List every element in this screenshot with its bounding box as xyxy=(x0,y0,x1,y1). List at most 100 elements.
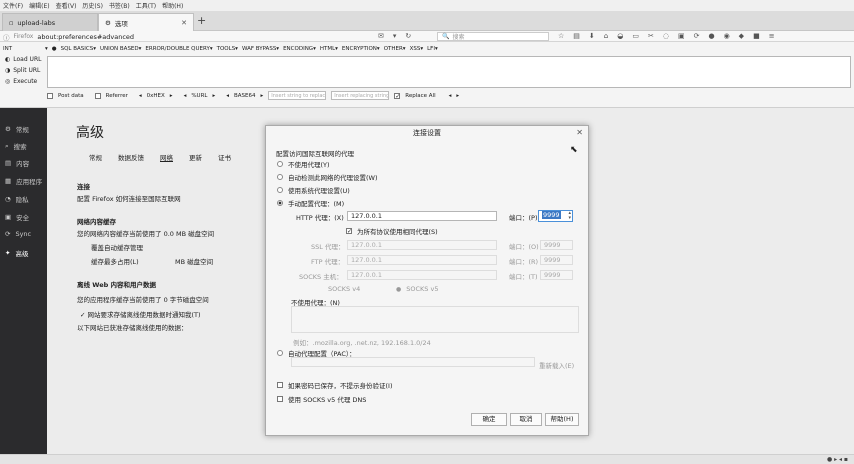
url-bar[interactable]: ⓘ Firefox about:preferences#advanced xyxy=(3,32,134,42)
hackbar-menu-item[interactable]: HTML▾ xyxy=(320,46,338,52)
addon-icon[interactable]: ■ xyxy=(753,32,760,40)
ok-button[interactable]: 确定 xyxy=(471,413,507,426)
star-icon[interactable]: ☆ xyxy=(558,32,564,40)
split-url-button[interactable]: ◑ Split URL xyxy=(5,67,40,74)
tab-data-choices[interactable]: 数据反馈 xyxy=(118,152,144,162)
pocket-icon[interactable]: ◒ xyxy=(617,32,623,40)
arrow-icon[interactable]: ◂ xyxy=(139,93,142,99)
arrow-icon[interactable]: ▸ xyxy=(456,93,459,99)
arrow-icon[interactable]: ◂ xyxy=(184,93,187,99)
base64-button[interactable]: BASE64 xyxy=(234,93,256,99)
sidebar-item-general[interactable]: ⚙ 常规 xyxy=(5,124,29,134)
radio-manual-proxy[interactable]: 手动配置代理：(M) xyxy=(277,198,344,208)
sidebar-item-advanced[interactable]: ✦ 高级 xyxy=(5,248,28,258)
arrow-icon[interactable]: ◂ xyxy=(449,93,452,99)
ssl-proxy-input[interactable]: 127.0.0.1 xyxy=(347,240,497,250)
arrow-icon[interactable]: ▸ xyxy=(170,93,173,99)
radio-button[interactable] xyxy=(277,200,283,206)
hackbar-menu-item[interactable]: SQL BASICS▾ xyxy=(61,46,96,52)
tab-certificates[interactable]: 证书 xyxy=(218,152,231,162)
tab-upload-labs[interactable]: ▫ upload-labs xyxy=(2,13,98,31)
reload-button[interactable]: 重新载入(E) xyxy=(539,360,574,370)
checkbox[interactable] xyxy=(346,228,352,234)
hackbar-menu-item[interactable]: ERROR/DOUBLE QUERY▾ xyxy=(145,46,212,52)
menu-tools[interactable]: 工具(T) xyxy=(136,1,156,10)
hackbar-menu-item[interactable]: LFI▾ xyxy=(427,46,438,52)
bookmark-icon[interactable]: ▭ xyxy=(632,32,639,40)
no-proxy-textarea[interactable] xyxy=(291,306,579,333)
arrow-icon[interactable]: ▸ xyxy=(261,93,264,99)
arrow-icon[interactable]: ▸ xyxy=(212,93,215,99)
search-input[interactable]: 🔍 搜索 xyxy=(437,32,549,41)
radio-no-proxy[interactable]: 不使用代理(Y) xyxy=(277,159,330,169)
help-button[interactable]: 帮助(H) xyxy=(545,413,579,426)
radio-system-proxy[interactable]: 使用系统代理设置(U) xyxy=(277,185,350,195)
url-encode-button[interactable]: %URL xyxy=(191,93,207,99)
close-icon[interactable]: ✕ xyxy=(181,19,187,27)
home-icon[interactable]: ⌂ xyxy=(604,32,608,40)
addon-icon[interactable]: ◆ xyxy=(739,32,744,40)
socks-v4-radio[interactable]: SOCKS v4 xyxy=(328,285,360,293)
monitor-icon[interactable]: ▣ xyxy=(678,32,685,40)
hackbar-menu-item[interactable]: OTHER▾ xyxy=(384,46,406,52)
no-auth-prompt[interactable]: 如果密码已保存，不提示身份验证(I) xyxy=(277,380,393,390)
post-data-checkbox[interactable] xyxy=(47,92,53,99)
ssl-port-input[interactable]: 9999 xyxy=(540,240,573,250)
ftp-proxy-input[interactable]: 127.0.0.1 xyxy=(347,255,497,265)
http-proxy-input[interactable]: 127.0.0.1 xyxy=(347,211,497,221)
referrer-checkbox[interactable] xyxy=(94,92,101,99)
chat-icon[interactable]: ◌ xyxy=(663,32,669,40)
radio-button[interactable] xyxy=(277,350,283,356)
hex-button[interactable]: 0xHEX xyxy=(147,93,165,99)
arrow-icon[interactable]: ◂ xyxy=(226,93,229,99)
hackbar-menu-item[interactable]: UNION BASED▾ xyxy=(100,46,141,52)
ftp-port-input[interactable]: 9999 xyxy=(540,255,573,265)
menu-file[interactable]: 文件(F) xyxy=(3,1,23,10)
execute-button[interactable]: ◎ Execute xyxy=(5,78,37,85)
tab-network[interactable]: 网络 xyxy=(160,152,173,162)
hackbar-menu-item[interactable]: ENCODING▾ xyxy=(283,46,316,52)
hackbar-menu-item[interactable]: TOOLS▾ xyxy=(217,46,238,52)
same-proxy-all-protocols[interactable]: 为所有协议使用相同代理(S) xyxy=(346,226,438,236)
spinner-icon[interactable]: ▴ ▾ xyxy=(568,211,571,221)
sidebar-item-privacy[interactable]: ◔ 隐私 xyxy=(5,194,29,204)
http-port-input[interactable]: 9999 ▴ ▾ xyxy=(538,210,573,222)
socks-v5-dns[interactable]: 使用 SOCKS v5 代理 DNS xyxy=(277,394,366,404)
addon-icon[interactable]: ◉ xyxy=(724,32,730,40)
load-url-button[interactable]: ◐ Load URL xyxy=(5,56,41,63)
hackbar-menu-item[interactable]: XSS▾ xyxy=(410,46,424,52)
checkbox[interactable] xyxy=(277,396,283,402)
socks-v5-radio[interactable]: ● SOCKS v5 xyxy=(396,285,438,293)
tab-general[interactable]: 常规 xyxy=(89,152,102,162)
radio-button[interactable] xyxy=(277,174,283,180)
tab-update[interactable]: 更新 xyxy=(189,152,202,162)
sidebar-item-security[interactable]: ▣ 安全 xyxy=(5,212,29,222)
radio-button[interactable] xyxy=(277,161,283,167)
checkbox[interactable] xyxy=(277,382,283,388)
new-tab-button[interactable]: + xyxy=(197,14,206,27)
reader-icon[interactable]: ✉ xyxy=(378,32,384,40)
socks-port-input[interactable]: 9999 xyxy=(540,270,573,280)
menu-edit[interactable]: 编辑(E) xyxy=(29,1,49,10)
pac-url-input[interactable] xyxy=(291,357,535,367)
hackbar-int-label[interactable]: INT xyxy=(3,46,41,52)
hackbar-menu-item[interactable]: ENCRYPTION▾ xyxy=(342,46,380,52)
cache-override[interactable]: 覆盖自动缓存管理 xyxy=(91,242,143,252)
menu-view[interactable]: 查看(V) xyxy=(56,1,77,10)
sidebar-item-content[interactable]: ▤ 内容 xyxy=(5,158,29,168)
replacing-input[interactable]: Insert replacing string xyxy=(331,91,390,100)
hackbar-url-textarea[interactable] xyxy=(47,56,851,88)
menu-help[interactable]: 帮助(H) xyxy=(162,1,183,10)
menu-icon[interactable]: ≡ xyxy=(769,32,775,40)
dropdown-icon[interactable]: ▾ xyxy=(393,32,397,40)
close-icon[interactable]: ✕ xyxy=(576,128,583,137)
sidebar-item-sync[interactable]: ⟳ Sync xyxy=(5,230,31,238)
cancel-button[interactable]: 取消 xyxy=(510,413,542,426)
radio-button[interactable] xyxy=(277,187,283,193)
download-icon[interactable]: ⬇ xyxy=(589,32,595,40)
sidebar-item-search[interactable]: ⌕ 搜索 xyxy=(5,141,27,152)
reload-icon[interactable]: ↻ xyxy=(405,32,411,40)
menu-bookmarks[interactable]: 书签(B) xyxy=(109,1,130,10)
sidebar-item-applications[interactable]: ▦ 应用程序 xyxy=(5,176,42,186)
socks-host-input[interactable]: 127.0.0.1 xyxy=(347,270,497,280)
